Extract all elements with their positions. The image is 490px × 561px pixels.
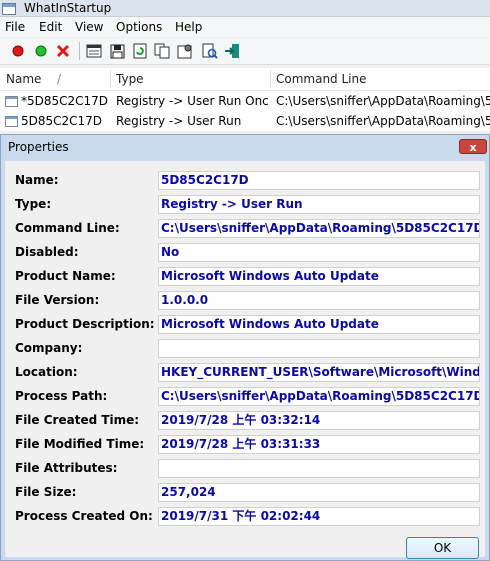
list-header: Name / Type Command Line — [0, 68, 490, 91]
label-process-path: Process Path: — [15, 389, 108, 403]
toolbar — [0, 38, 490, 65]
field-name[interactable]: 5D85C2C17D — [158, 171, 480, 190]
field-disabled[interactable]: No — [158, 243, 480, 262]
exit-icon[interactable] — [223, 42, 241, 60]
field-type[interactable]: Registry -> User Run — [158, 195, 480, 214]
close-button[interactable]: x — [459, 139, 487, 154]
startup-item-icon — [5, 96, 18, 107]
ok-button[interactable]: OK — [406, 537, 479, 559]
properties-dialog: Properties x Name: 5D85C2C17D Type: Regi… — [0, 134, 490, 561]
field-process-created-on[interactable]: 2019/7/31 下午 02:02:44 — [158, 507, 480, 526]
menu-view[interactable]: View — [75, 17, 103, 37]
list-item[interactable]: 5D85C2C17D Registry -> User Run C:\Users… — [0, 111, 490, 131]
label-product-name: Product Name: — [15, 269, 116, 283]
menu-file[interactable]: File — [5, 17, 25, 37]
label-location: Location: — [15, 365, 78, 379]
label-file-modified-time: File Modified Time: — [15, 437, 145, 451]
column-name[interactable]: Name — [6, 68, 41, 90]
sort-indicator-icon: / — [57, 72, 62, 86]
field-company[interactable] — [158, 339, 480, 358]
label-file-created-time: File Created Time: — [15, 413, 140, 427]
dialog-body: Name: 5D85C2C17D Type: Registry -> User … — [5, 161, 485, 559]
field-product-name[interactable]: Microsoft Windows Auto Update — [158, 267, 480, 286]
item-type: Registry -> User Run Once — [116, 94, 268, 108]
item-name: *5D85C2C17D — [21, 94, 109, 108]
save-icon[interactable] — [108, 42, 126, 60]
column-divider[interactable] — [270, 70, 271, 88]
label-file-size: File Size: — [15, 485, 77, 499]
label-company: Company: — [15, 341, 83, 355]
find-icon[interactable] — [201, 42, 219, 60]
menu-edit[interactable]: Edit — [39, 17, 62, 37]
field-file-attributes[interactable] — [158, 459, 480, 478]
column-type[interactable]: Type — [116, 68, 144, 90]
app-icon — [2, 3, 16, 15]
field-file-version[interactable]: 1.0.0.0 — [158, 291, 480, 310]
field-file-size[interactable]: 257,024 — [158, 483, 480, 502]
menu-help[interactable]: Help — [175, 17, 202, 37]
startup-item-icon — [5, 116, 18, 127]
label-file-attributes: File Attributes: — [15, 461, 118, 475]
properties-icon[interactable] — [85, 42, 103, 60]
label-file-version: File Version: — [15, 293, 100, 307]
field-file-modified-time[interactable]: 2019/7/28 上午 03:31:33 — [158, 435, 480, 454]
item-command-line: C:\Users\sniffer\AppData\Roaming\5D — [276, 114, 490, 128]
item-name: 5D85C2C17D — [21, 114, 103, 128]
item-command-line: C:\Users\sniffer\AppData\Roaming\5D — [276, 94, 490, 108]
label-product-description: Product Description: — [15, 317, 155, 331]
refresh-icon[interactable] — [131, 42, 149, 60]
column-command-line[interactable]: Command Line — [276, 68, 367, 90]
label-disabled: Disabled: — [15, 245, 79, 259]
item-type: Registry -> User Run — [116, 114, 242, 128]
copy-icon[interactable] — [153, 42, 171, 60]
field-command-line[interactable]: C:\Users\sniffer\AppData\Roaming\5D85C2C… — [158, 219, 480, 238]
field-file-created-time[interactable]: 2019/7/28 上午 03:32:14 — [158, 411, 480, 430]
field-location[interactable]: HKEY_CURRENT_USER\Software\Microsoft\Win… — [158, 363, 480, 382]
window-titlebar: WhatInStartup — [0, 0, 490, 17]
list-item[interactable]: *5D85C2C17D Registry -> User Run Once C:… — [0, 91, 490, 111]
window-title: WhatInStartup — [24, 1, 112, 15]
field-product-description[interactable]: Microsoft Windows Auto Update — [158, 315, 480, 334]
label-command-line: Command Line: — [15, 221, 120, 235]
options-icon[interactable] — [176, 42, 194, 60]
column-divider[interactable] — [110, 70, 111, 88]
label-process-created-on: Process Created On: — [15, 509, 153, 523]
field-process-path[interactable]: C:\Users\sniffer\AppData\Roaming\5D85C2C… — [158, 387, 480, 406]
dialog-title: Properties — [8, 140, 69, 154]
enable-icon[interactable] — [9, 42, 27, 60]
menu-bar: File Edit View Options Help — [0, 17, 490, 37]
disable-icon[interactable] — [32, 42, 50, 60]
label-type: Type: — [15, 197, 52, 211]
toolbar-separator — [79, 42, 80, 60]
label-name: Name: — [15, 173, 59, 187]
close-icon: x — [469, 141, 477, 154]
delete-icon[interactable] — [54, 42, 72, 60]
menu-options[interactable]: Options — [116, 17, 162, 37]
